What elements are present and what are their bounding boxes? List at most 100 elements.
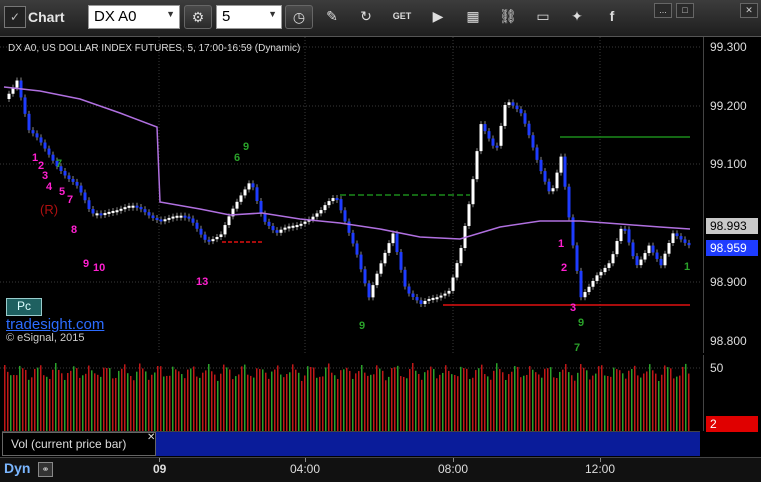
candle-body — [227, 216, 231, 226]
candle-body — [543, 171, 547, 182]
candle-body — [419, 300, 423, 304]
volume-bar — [649, 364, 651, 431]
volume-bar — [535, 372, 537, 431]
refresh-icon[interactable]: ↻ — [352, 5, 380, 29]
volume-bar — [601, 365, 603, 431]
volume-bar — [478, 368, 480, 431]
candle-body — [395, 233, 399, 253]
volume-bar — [436, 378, 438, 431]
candle-body — [687, 242, 691, 246]
candle-body — [375, 273, 379, 286]
candle-body — [139, 206, 143, 210]
chevron-down-icon[interactable]: ▼ — [268, 9, 277, 19]
volume-bar — [223, 364, 225, 431]
volume-bar — [403, 376, 405, 431]
comment-icon[interactable]: ▭ — [529, 5, 557, 29]
volume-bar — [40, 365, 42, 431]
dynamic-mode-button[interactable]: Dyn — [4, 460, 30, 476]
candle-body — [551, 188, 555, 192]
volume-bar — [286, 374, 288, 431]
volume-bar — [379, 368, 381, 431]
chevron-down-icon[interactable]: ▼ — [166, 9, 175, 19]
close-icon[interactable]: ✕ — [147, 432, 155, 443]
get-icon[interactable]: GET — [388, 5, 416, 29]
candle-body — [595, 275, 599, 281]
pc-badge[interactable]: Pc — [6, 298, 42, 316]
candle-body — [539, 159, 543, 172]
twitter-icon[interactable]: ✦ — [563, 5, 591, 29]
candle-body — [271, 225, 275, 231]
candle-body — [487, 131, 491, 139]
volume-bar — [64, 379, 66, 431]
candle-body — [647, 245, 651, 254]
candle-body — [531, 135, 535, 148]
link-chain-icon[interactable]: ⚭ — [38, 462, 53, 477]
volume-bar — [13, 374, 15, 431]
reversal-annotation: (R) — [40, 202, 58, 217]
volume-bar — [73, 366, 75, 431]
volume-bar — [163, 376, 165, 431]
count-label: 4 — [46, 181, 53, 193]
volume-bar — [292, 364, 294, 431]
volume-study-label[interactable]: Vol (current price bar) — [2, 432, 156, 456]
volume-bar — [106, 368, 108, 431]
volume-bar — [58, 369, 60, 431]
volume-bar — [619, 370, 621, 431]
candle-body — [607, 263, 611, 268]
count-label: 13 — [196, 276, 208, 288]
candle-body — [603, 267, 607, 273]
clock-icon[interactable]: ◷ — [285, 5, 313, 29]
volume-bar — [307, 366, 309, 431]
candle-body — [387, 243, 391, 253]
maximize-icon[interactable]: □ — [676, 3, 694, 18]
symbol-input[interactable]: DX A0 ▼ — [88, 5, 180, 29]
close-icon[interactable]: ✕ — [740, 3, 758, 18]
candle-body — [515, 105, 519, 110]
volume-bar — [109, 368, 111, 431]
candle-body — [115, 210, 119, 213]
volume-bar — [469, 379, 471, 431]
volume-bar — [484, 374, 486, 431]
candle-body — [35, 133, 39, 138]
brand-link[interactable]: tradesight.com — [6, 316, 104, 333]
candle-body — [383, 252, 387, 264]
volume-bar — [571, 375, 573, 431]
settings-gear-icon[interactable]: ⚙ — [184, 5, 212, 29]
volume-bar — [82, 375, 84, 431]
volume-bar — [25, 369, 27, 431]
volume-bar — [574, 380, 576, 431]
link-icon[interactable]: ⛓ — [494, 5, 522, 29]
volume-bar — [295, 369, 297, 431]
volume-pane[interactable] — [0, 355, 700, 431]
time-axis[interactable]: Dyn ⚭ 09 04:00 08:00 12:00 — [0, 457, 761, 482]
volume-bar — [139, 363, 141, 431]
grid-icon[interactable]: ▦ — [459, 5, 487, 29]
pencil-icon[interactable]: ✎ — [318, 5, 346, 29]
candle-body — [207, 239, 211, 242]
volume-bar — [637, 375, 639, 431]
volume-bar — [199, 377, 201, 431]
volume-bar — [79, 377, 81, 431]
candle-body — [203, 234, 207, 240]
price-chart-area[interactable]: 1 2 3 4 5 7 8 9 10 13 1 2 3 9 6 9 7 9 1 … — [0, 37, 700, 353]
volume-bar — [238, 374, 240, 431]
volume-bar — [499, 369, 501, 431]
time-tick-label: 04:00 — [290, 462, 321, 476]
volume-bar — [28, 379, 30, 431]
price-axis[interactable]: 99.300 99.200 99.100 98.993 98.959 98.90… — [703, 37, 760, 353]
facebook-icon[interactable]: f — [598, 5, 626, 29]
volume-bar — [523, 375, 525, 431]
volume-bar — [565, 364, 567, 431]
play-icon[interactable]: ▶ — [424, 5, 452, 29]
interval-input[interactable]: 5 ▼ — [216, 5, 282, 29]
menu-dots-icon[interactable]: ... — [654, 3, 672, 18]
candle-body — [279, 229, 283, 233]
volume-bar — [31, 377, 33, 431]
candle-body — [359, 254, 363, 270]
volume-bar — [145, 371, 147, 431]
candle-body — [399, 252, 403, 270]
candle-body — [31, 130, 35, 134]
volume-bar — [676, 376, 678, 431]
volume-bar — [415, 370, 417, 431]
candle-body — [631, 242, 635, 257]
